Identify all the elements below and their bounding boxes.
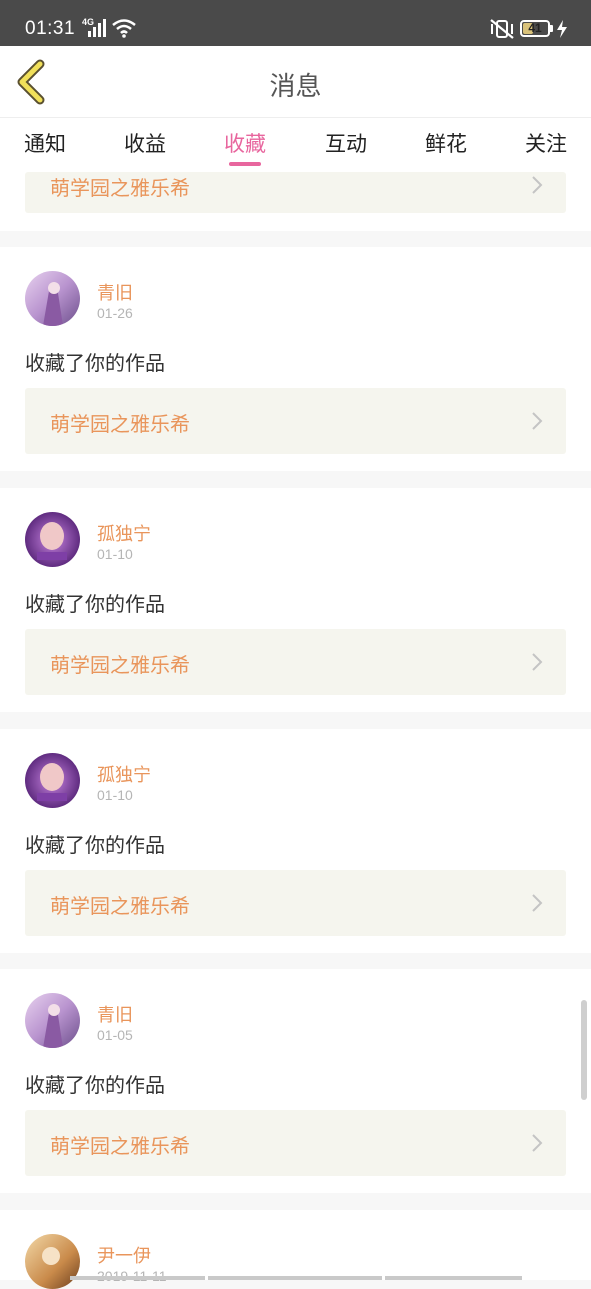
- list-item: 青旧 01-26 收藏了你的作品 萌学园之雅乐希: [0, 247, 591, 471]
- list-item: 尹一伊 2019-11-11: [0, 1210, 591, 1289]
- avatar[interactable]: [25, 1234, 80, 1289]
- tab-bar: 通知 收益 收藏 互动 鲜花 关注: [0, 117, 591, 172]
- tab-active-indicator: [229, 162, 261, 166]
- work-link[interactable]: 萌学园之雅乐希: [25, 388, 566, 454]
- charging-icon: [557, 20, 567, 38]
- nav-bar-segment: [70, 1276, 205, 1280]
- avatar[interactable]: [25, 993, 80, 1048]
- work-link[interactable]: 萌学园之雅乐希: [25, 172, 566, 213]
- work-title: 萌学园之雅乐希: [50, 653, 190, 677]
- action-text: 收藏了你的作品: [25, 833, 165, 857]
- chevron-right-icon: [532, 1134, 543, 1152]
- action-text: 收藏了你的作品: [25, 351, 165, 375]
- tab-favorites[interactable]: 收藏: [224, 128, 266, 158]
- user-name[interactable]: 尹一伊: [97, 1242, 151, 1268]
- battery-icon: 41: [520, 20, 550, 37]
- header: 消息: [0, 46, 591, 117]
- chevron-right-icon: [532, 653, 543, 671]
- work-title: 萌学园之雅乐希: [50, 412, 190, 436]
- work-link[interactable]: 萌学园之雅乐希: [25, 629, 566, 695]
- list-item: 孤独宁 01-10 收藏了你的作品 萌学园之雅乐希: [0, 729, 591, 953]
- user-name[interactable]: 青旧: [97, 279, 133, 305]
- work-link[interactable]: 萌学园之雅乐希: [25, 1110, 566, 1176]
- user-name[interactable]: 孤独宁: [97, 761, 151, 787]
- vibrate-off-icon: [490, 19, 514, 39]
- date: 01-10: [97, 546, 133, 562]
- chevron-right-icon: [532, 176, 543, 194]
- status-time: 01:31: [25, 18, 76, 39]
- action-text: 收藏了你的作品: [25, 1073, 165, 1097]
- action-text: 收藏了你的作品: [25, 592, 165, 616]
- chevron-right-icon: [532, 412, 543, 430]
- date: 01-10: [97, 787, 133, 803]
- wifi-icon: [112, 19, 136, 38]
- date: 01-26: [97, 305, 133, 321]
- user-name[interactable]: 孤独宁: [97, 520, 151, 546]
- tab-follows[interactable]: 关注: [525, 128, 567, 158]
- chevron-right-icon: [532, 894, 543, 912]
- network-type-label: 4G: [82, 17, 95, 27]
- tab-earnings[interactable]: 收益: [124, 128, 166, 158]
- battery-percent: 41: [528, 21, 542, 35]
- avatar[interactable]: [25, 512, 80, 567]
- list-item: 孤独宁 01-10 收藏了你的作品 萌学园之雅乐希: [0, 488, 591, 712]
- nav-bar-segment: [208, 1276, 382, 1280]
- work-link[interactable]: 萌学园之雅乐希: [25, 870, 566, 936]
- list-item: 青旧 01-05 收藏了你的作品 萌学园之雅乐希: [0, 969, 591, 1193]
- avatar[interactable]: [25, 271, 80, 326]
- tab-interactions[interactable]: 互动: [325, 128, 367, 158]
- status-bar: 01:31 4G 41: [0, 0, 591, 46]
- date: 01-05: [97, 1027, 133, 1043]
- tab-notifications[interactable]: 通知: [24, 128, 66, 158]
- work-title: 萌学园之雅乐希: [50, 176, 190, 200]
- battery-cap: [550, 25, 553, 32]
- user-name[interactable]: 青旧: [97, 1001, 133, 1027]
- work-title: 萌学园之雅乐希: [50, 894, 190, 918]
- tab-flowers[interactable]: 鲜花: [425, 128, 467, 158]
- list-item: 萌学园之雅乐希: [0, 172, 591, 231]
- nav-bar-segment: [385, 1276, 522, 1280]
- avatar[interactable]: [25, 753, 80, 808]
- page-title: 消息: [269, 72, 322, 102]
- scrollbar[interactable]: [581, 1000, 587, 1100]
- work-title: 萌学园之雅乐希: [50, 1134, 190, 1158]
